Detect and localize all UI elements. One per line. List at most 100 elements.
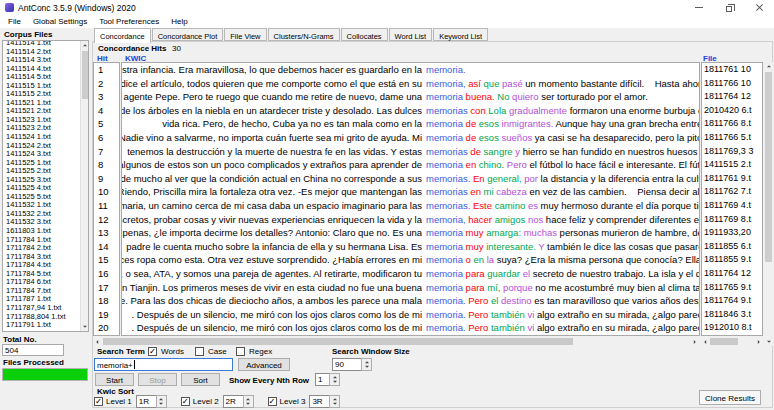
hit-number[interactable]: 11 (94, 199, 119, 213)
corpus-file-item[interactable]: 1411521 2.txt (6, 107, 88, 116)
corpus-file-item[interactable]: 1411525 4.txt (6, 184, 88, 193)
scroll-right-icon[interactable] (755, 337, 763, 346)
corpus-file-item[interactable]: 1411525 1.txt (6, 159, 88, 168)
tab-concordance-plot[interactable]: Concordance Plot (152, 28, 224, 41)
sort-button[interactable]: Sort (181, 373, 220, 386)
spinner-arrows[interactable] (243, 395, 254, 408)
spin-down-icon[interactable] (244, 402, 253, 408)
corpus-file-item[interactable]: 1711784 1.txt (6, 236, 88, 245)
advanced-button[interactable]: Advanced (238, 358, 290, 371)
corpus-file-item[interactable]: 1711784 7.txt (6, 287, 88, 296)
corpus-file-item[interactable]: 1411521 1.txt (6, 99, 88, 108)
corpus-file-item[interactable]: 1411523 2.txt (6, 124, 88, 133)
hit-number[interactable]: 1 (94, 63, 119, 77)
spinner-arrows[interactable] (329, 395, 340, 408)
scroll-up-icon[interactable] (81, 41, 88, 49)
corpus-list-scrollbar[interactable] (80, 41, 88, 331)
corpus-file-item[interactable]: 1411514 3.txt (6, 56, 88, 65)
corpus-file-item[interactable]: 1411525 2.txt (6, 167, 88, 176)
file-name[interactable]: 1811761 10 (702, 63, 762, 77)
scroll-right-icon[interactable] (691, 337, 699, 346)
hit-number[interactable]: 5 (94, 117, 119, 131)
scroll-thumb[interactable] (765, 72, 772, 262)
words-checkbox[interactable] (148, 347, 157, 356)
corpus-file-item[interactable]: 1411524 3.txt (6, 150, 88, 159)
kwic-row[interactable]: rra, o sea, ATA, y somos una pareja de a… (122, 267, 699, 281)
corpus-file-item[interactable]: 1711787 1.txt (6, 295, 88, 304)
hit-number[interactable]: 4 (94, 104, 119, 118)
corpus-file-item[interactable]: 1411525 3.txt (6, 176, 88, 185)
hit-number[interactable]: 13 (94, 226, 119, 240)
kwic-row[interactable]: veces ropa como esta. Otra vez estuve so… (122, 253, 699, 267)
file-name[interactable]: 1811855 6.t (702, 240, 762, 254)
file-name[interactable]: 1811761 9.t (702, 172, 762, 186)
scroll-up-icon[interactable] (764, 62, 773, 70)
hit-number[interactable]: 12 (94, 213, 119, 227)
kwic-row[interactable]: primaria, un camino cerca de mi casa dab… (122, 199, 699, 213)
kwic-horizontal-scrollbar[interactable] (93, 337, 699, 346)
corpus-file-item[interactable]: 1411524 1.txt (6, 133, 88, 142)
level-2-spinner[interactable]: 2R (223, 395, 254, 408)
kwic-row[interactable]: padre le cuenta mucho sobre la infancia … (122, 240, 699, 254)
hit-number[interactable]: 19 (94, 308, 119, 322)
corpus-file-item[interactable]: 1411532 1.txt (6, 201, 88, 210)
tab-clusters-n-grams[interactable]: Clusters/N-Grams (268, 28, 340, 41)
nth-row-spinner[interactable]: 1 (315, 373, 340, 386)
scroll-thumb[interactable] (82, 51, 88, 99)
corpus-file-item[interactable]: 1711784 6.txt (6, 278, 88, 287)
tab-word-list[interactable]: Word List (389, 28, 433, 41)
tab-concordance[interactable]: Concordance (94, 28, 151, 43)
corpus-file-item[interactable]: 1411524 2.txt (6, 142, 88, 151)
spin-down-icon[interactable] (157, 402, 166, 408)
level-1-spinner[interactable]: 1R (136, 395, 167, 408)
kwic-row[interactable]: or, agente Pepe. Pero te ruego que cuand… (122, 90, 699, 104)
kwic-row[interactable]: de los árboles en la niebla en un atarde… (122, 104, 699, 118)
corpus-file-item[interactable]: 1711788,804 1.txt (6, 313, 88, 322)
hit-number[interactable]: 17 (94, 281, 119, 295)
kwic-row[interactable]: nuestra infancia. Era maravillosa, lo qu… (122, 63, 699, 77)
kwic-row[interactable]: . Después de un silencio, me miró con lo… (122, 308, 699, 322)
hit-number[interactable]: 2 (94, 77, 119, 91)
scroll-thumb[interactable] (103, 338, 573, 345)
kwic-row[interactable]: s y penas, ¿le importa decirme los detal… (122, 226, 699, 240)
menu-global-settings[interactable]: Global Settings (27, 15, 93, 28)
file-name[interactable]: 2010420 6.t (702, 104, 762, 118)
scroll-left-icon[interactable] (701, 337, 709, 346)
corpus-file-item[interactable]: 1411525 5.txt (6, 193, 88, 202)
clone-results-button[interactable]: Clone Results (699, 390, 761, 405)
menu-tool-preferences[interactable]: Tool Preferences (93, 15, 165, 28)
spin-down-icon[interactable] (330, 380, 339, 386)
corpus-file-item[interactable]: 1711784 2.txt (6, 244, 88, 253)
hit-number[interactable]: 20 (94, 321, 119, 335)
kwic-row[interactable]: dable. Para las dos chicas de dieciocho … (122, 294, 699, 308)
scroll-thumb[interactable] (710, 338, 738, 345)
stop-button[interactable]: Stop (138, 373, 177, 386)
file-name[interactable]: 1811769 4.t (702, 199, 762, 213)
hit-number[interactable]: 18 (94, 294, 119, 308)
hit-number[interactable]: 15 (94, 253, 119, 267)
spinner-arrows[interactable] (361, 358, 372, 371)
spinner-arrows[interactable] (156, 395, 167, 408)
level-3-spinner[interactable]: 3R (309, 395, 340, 408)
file-name[interactable]: 1811769,3 3 (702, 145, 762, 159)
file-name[interactable]: 1811765 9.t (702, 281, 762, 295)
start-button[interactable]: Start (95, 373, 134, 386)
spinner-arrows[interactable] (329, 373, 340, 386)
scroll-down-icon[interactable] (764, 338, 773, 346)
kwic-row[interactable]: Riendo, Priscilla mira la fortaleza otra… (122, 185, 699, 199)
corpus-file-item[interactable]: 1411523 1.txt (6, 116, 88, 125)
hit-number[interactable]: 14 (94, 240, 119, 254)
corpus-file-item[interactable]: 1411515 1.txt (6, 82, 88, 91)
minimize-button[interactable] (684, 0, 714, 15)
kwic-row[interactable]: d, algunos de estos son un poco complica… (122, 158, 699, 172)
corpus-file-item[interactable]: 1711787,94 1.txt (6, 304, 88, 313)
kwic-row[interactable]: discretos, probar cosas y vivir nuevas e… (122, 213, 699, 227)
file-name[interactable]: 1811846 3.t (702, 308, 762, 322)
spin-down-icon[interactable] (362, 365, 371, 371)
hit-number[interactable]: 3 (94, 90, 119, 104)
hit-number[interactable]: 16 (94, 267, 119, 281)
hit-number[interactable]: 8 (94, 158, 119, 172)
corpus-file-item[interactable]: 1411514 4.txt (6, 65, 88, 74)
hit-number[interactable]: 9 (94, 172, 119, 186)
file-name[interactable]: 1811769 8.t (702, 213, 762, 227)
